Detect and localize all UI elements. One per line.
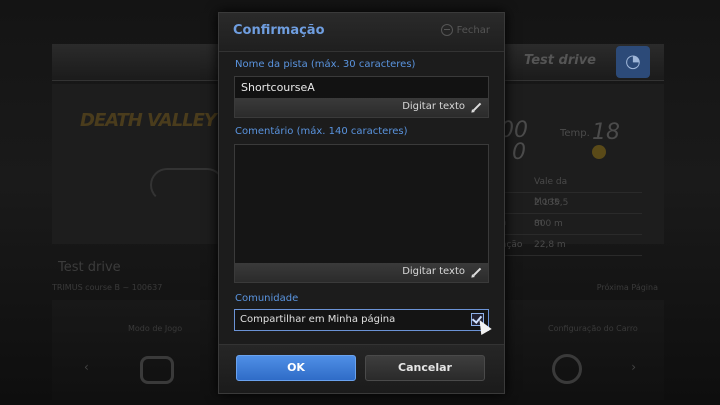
ok-button[interactable]: OK	[236, 355, 356, 381]
bg-time-2: 0	[512, 140, 526, 165]
bg-course-icon: ◔	[616, 46, 650, 78]
bg-row-title: Test drive	[58, 260, 121, 275]
bg-car-setup-label: Configuração do Carro	[548, 324, 638, 333]
bg-next-page: Próxima Página	[596, 283, 658, 292]
dialog-title: Confirmação	[233, 23, 325, 38]
share-my-page-option[interactable]: Compartilhar em Minha página	[234, 309, 489, 331]
enter-text-button-2[interactable]: Digitar texto	[402, 266, 482, 277]
bg-sun-icon	[592, 145, 606, 159]
track-name-label: Nome da pista (máx. 30 caracteres)	[235, 59, 416, 70]
enter-text-label-2: Digitar texto	[402, 266, 465, 277]
cancel-button[interactable]: Cancelar	[365, 355, 485, 381]
track-name-value: ShortcourseA	[241, 81, 315, 94]
bg-temp-label: Temp.	[560, 128, 590, 139]
pencil-icon	[472, 267, 482, 276]
table-row: ista2.135,5 m	[490, 193, 642, 228]
bg-title: Test drive	[524, 53, 596, 68]
chevron-left-icon: ‹	[84, 360, 89, 374]
helmet-icon	[552, 354, 582, 384]
track-icon	[140, 356, 174, 384]
share-my-page-label: Compartilhar em Minha página	[240, 314, 396, 325]
chevron-right-icon: ›	[631, 360, 636, 374]
comment-field[interactable]: Digitar texto	[234, 144, 489, 283]
pencil-icon	[472, 102, 482, 111]
bg-info-table: Vale da Morte ista2.135,5 m sta800 m eva…	[490, 172, 642, 256]
confirmation-dialog: Confirmação Fechar Nome da pista (máx. 3…	[218, 12, 505, 394]
close-icon	[440, 24, 453, 36]
close-label: Fechar	[456, 24, 490, 36]
bg-mode-label: Modo de Jogo	[128, 324, 183, 333]
community-label: Comunidade	[235, 293, 299, 304]
track-name-field[interactable]: ShortcourseA Digitar texto	[234, 76, 489, 118]
comment-edit-bar: Digitar texto	[235, 263, 488, 282]
close-button[interactable]: Fechar	[440, 24, 490, 36]
bg-row-subtitle: TRIMUS course B ~ 100637	[52, 283, 163, 292]
table-row: Vale da Morte	[490, 172, 642, 207]
enter-text-button[interactable]: Digitar texto	[402, 101, 482, 112]
bg-logo: DEATH VALLEY	[80, 110, 217, 131]
dialog-header: Confirmação Fechar	[219, 13, 504, 52]
comment-label: Comentário (máx. 140 caracteres)	[235, 126, 408, 137]
table-row: evação 22,8 m	[490, 235, 642, 256]
track-name-edit-bar: Digitar texto	[235, 98, 488, 117]
enter-text-label: Digitar texto	[402, 101, 465, 112]
bg-track-map	[150, 168, 224, 202]
table-row: sta800 m	[490, 214, 642, 235]
dialog-footer: OK Cancelar	[219, 344, 504, 393]
bg-temp-value: 18	[592, 120, 620, 145]
